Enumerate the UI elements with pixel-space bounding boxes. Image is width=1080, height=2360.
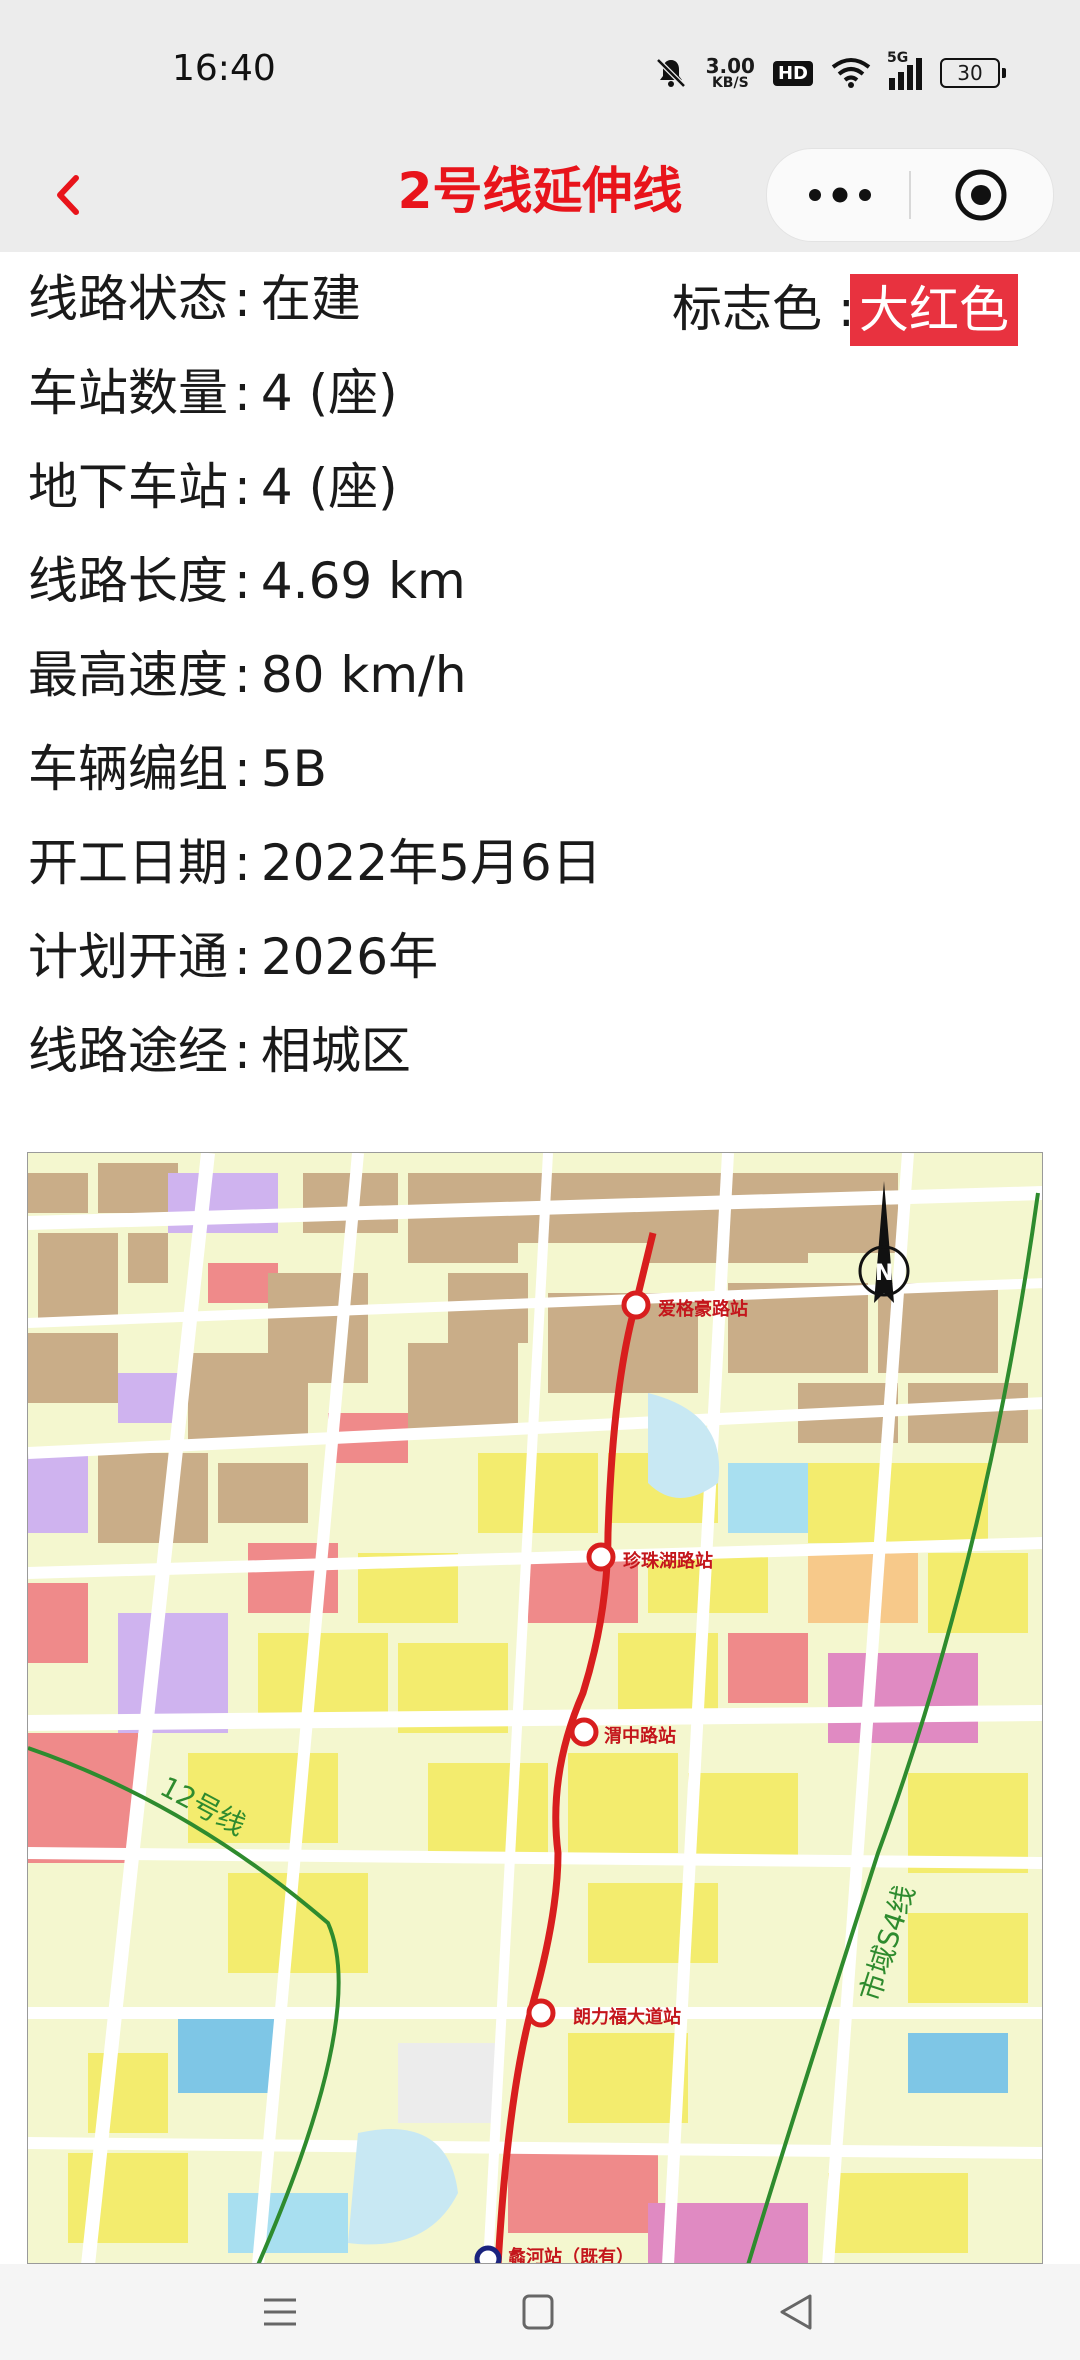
info-row-station-count: 车站数量:4 (座)	[28, 346, 398, 440]
station-marker	[621, 1290, 651, 1320]
row-label: 车站数量	[28, 364, 228, 422]
info-row-underground: 地下车站:4 (座)	[28, 440, 398, 534]
net-speed-unit: KB/S	[711, 74, 749, 91]
station-label: 渭中路站	[604, 1725, 676, 1747]
info-row-start-date: 开工日期:2022年5月6日	[28, 816, 602, 910]
row-value: 在建	[260, 270, 361, 328]
station-marker	[474, 2245, 502, 2263]
home-square-icon[interactable]	[508, 2282, 568, 2342]
info-row-vehicle: 车辆编组:5B	[28, 722, 327, 816]
net-speed: 3.00 KB/S	[705, 53, 755, 91]
station-label: 珍珠湖路站	[623, 1550, 713, 1572]
row-separator: :	[234, 458, 251, 516]
station-label: 蠡河站（既有）	[508, 2246, 634, 2264]
net-speed-value: 3.00	[705, 53, 755, 78]
target-icon[interactable]	[953, 167, 1009, 223]
row-separator: :	[234, 364, 251, 422]
row-label: 最高速度	[28, 646, 228, 704]
row-label: 线路途经	[28, 1022, 228, 1080]
row-separator: :	[234, 270, 251, 328]
row-label: 开工日期	[28, 834, 228, 892]
more-dots-icon[interactable]	[805, 177, 875, 213]
row-value: 4 (座)	[260, 364, 398, 422]
row-value: 5B	[260, 740, 327, 798]
row-label: 线路状态	[28, 270, 228, 328]
back-triangle-icon[interactable]	[766, 2282, 826, 2342]
info-row-district: 线路途经: 相城区	[28, 1004, 411, 1098]
row-separator: :	[234, 646, 251, 704]
row-label: 计划开通	[28, 928, 228, 986]
row-value: 2026年	[260, 928, 439, 986]
station-marker	[586, 1542, 616, 1572]
compass-label: N	[875, 1261, 893, 1286]
signal-icon: 5G	[887, 50, 922, 90]
info-row-status: 线路状态: 在建	[28, 252, 361, 346]
row-separator: :	[234, 740, 251, 798]
row-value: 4.69 km	[260, 552, 466, 610]
battery-level: 30	[957, 61, 983, 85]
station-marker	[526, 1998, 556, 2028]
row-value: 2022年5月6日	[260, 834, 602, 892]
mini-program-capsule	[766, 148, 1054, 242]
row-separator: :	[234, 928, 251, 986]
row-label: 车辆编组	[28, 740, 228, 798]
hd-badge: HD	[772, 60, 813, 86]
row-label: 线路长度	[28, 552, 228, 610]
row-value: 80 km/h	[260, 646, 467, 704]
battery-icon: 30	[940, 58, 1006, 88]
menu-icon[interactable]	[250, 2282, 310, 2342]
info-row-speed: 最高速度:80 km/h	[28, 628, 467, 722]
row-separator: :	[234, 552, 251, 610]
row-value: 4 (座)	[260, 458, 398, 516]
route-map-svg: 12号线 市域S4线 爱格豪路站 珍珠湖路站 渭中路站 朗力福大道站 蠡河站（既…	[28, 1153, 1042, 2264]
info-row-opening: 计划开通:2026年	[28, 910, 438, 1004]
color-tag: 大红色	[850, 274, 1018, 346]
row-separator: :	[234, 834, 251, 892]
row-value: 相城区	[260, 1022, 411, 1080]
network-type: 5G	[887, 50, 909, 66]
status-icons: 3.00 KB/S HD 5G 30	[654, 48, 1006, 98]
station-label: 爱格豪路站	[658, 1298, 748, 1320]
station-label: 朗力福大道站	[573, 2006, 681, 2028]
nav-bar: 2号线延伸线	[0, 140, 1080, 252]
station-marker	[569, 1717, 599, 1747]
status-time: 16:40	[172, 48, 276, 89]
color-label: 标志色 :	[672, 280, 855, 338]
info-row-length: 线路长度:4.69 km	[28, 534, 466, 628]
status-bar: 16:40 3.00 KB/S HD 5G 30	[0, 0, 1080, 140]
mute-icon	[655, 58, 686, 88]
capsule-divider	[909, 171, 911, 219]
row-label: 地下车站	[28, 458, 228, 516]
row-separator: :	[234, 1022, 251, 1080]
route-map: 12号线 市域S4线 爱格豪路站 珍珠湖路站 渭中路站 朗力福大道站 蠡河站（既…	[27, 1152, 1043, 2264]
wifi-icon	[831, 58, 871, 88]
system-nav-bar	[0, 2264, 1080, 2360]
